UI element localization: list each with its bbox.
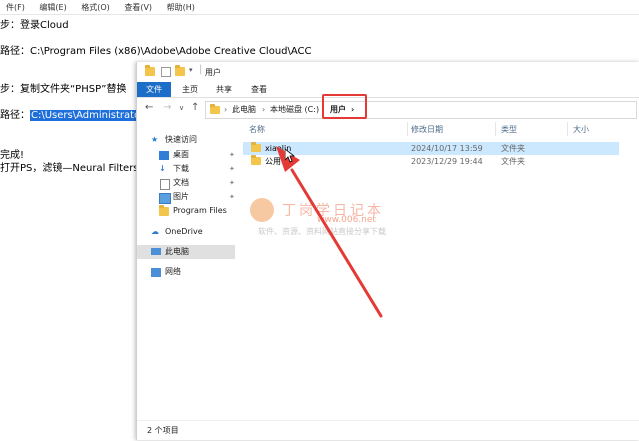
annotation-arrow [276, 146, 383, 318]
mouse-cursor-icon [285, 149, 295, 163]
arrow-shaft [290, 168, 383, 318]
